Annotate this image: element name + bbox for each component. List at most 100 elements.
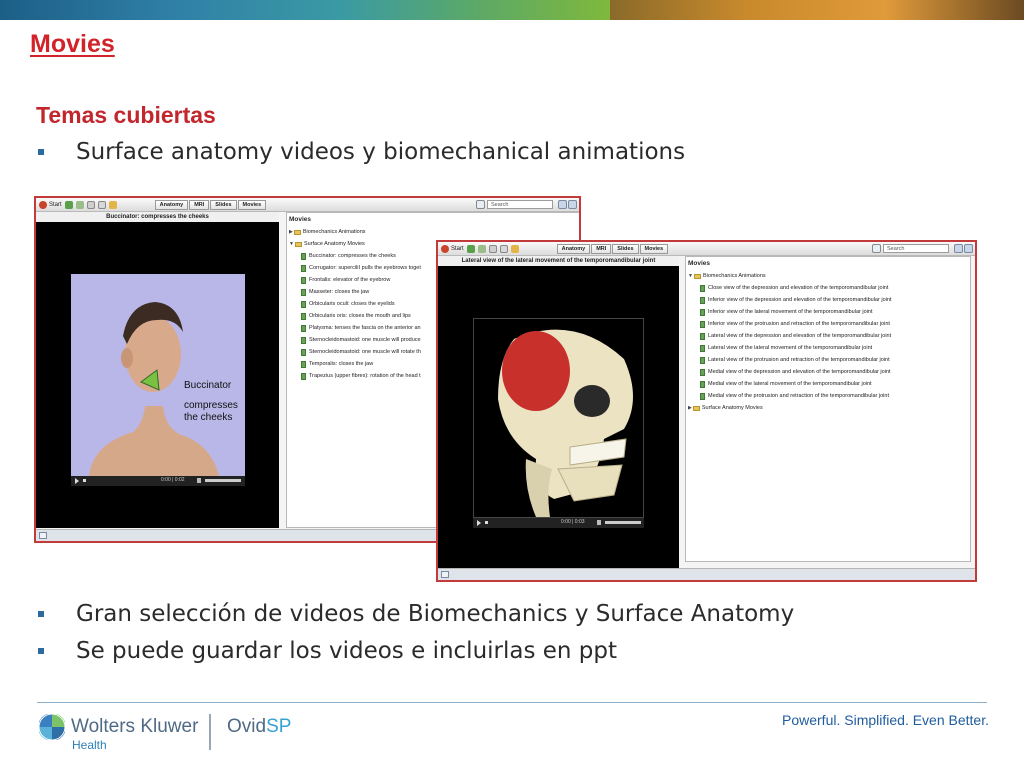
stop-icon[interactable]: [485, 521, 488, 524]
footer-product: OvidSP: [227, 716, 292, 737]
lock-icon[interactable]: [510, 244, 519, 253]
video-caption: Buccinator compresses the cheeks: [184, 380, 238, 423]
skull-illustration: [498, 329, 633, 517]
tab-mri[interactable]: MRI: [591, 243, 612, 254]
window-icon[interactable]: [441, 571, 449, 578]
play-icon[interactable]: [75, 478, 79, 484]
start-button[interactable]: Start: [441, 244, 464, 253]
back-icon[interactable]: [64, 200, 73, 209]
movie-file-icon: [301, 372, 306, 380]
volume-icon[interactable]: [197, 478, 201, 483]
stop-icon[interactable]: [83, 479, 86, 482]
folder-icon: [294, 241, 302, 247]
movie-file-icon: [700, 344, 705, 352]
footer-division: Health: [72, 738, 107, 752]
movie-file-icon: [700, 284, 705, 292]
movie-tree: ▼ Biomechanics Animations: [686, 270, 970, 282]
help-icon[interactable]: [964, 244, 973, 253]
folder-icon: [692, 405, 700, 411]
video-frame[interactable]: [473, 318, 644, 518]
video-time: 0:00 | 0:02: [161, 477, 185, 483]
save-icon[interactable]: [499, 244, 508, 253]
help-icon[interactable]: [568, 200, 577, 209]
movie-item[interactable]: Close view of the depression and elevati…: [700, 282, 970, 294]
face-illustration: [89, 302, 219, 476]
collapse-icon[interactable]: ▼: [688, 273, 693, 279]
tab-movies[interactable]: Movies: [237, 199, 267, 210]
tree-folder-biomechanics[interactable]: ▶ Biomechanics Animations: [289, 226, 579, 238]
app-toolbar: Start Anatomy MRI Slides Movies Search: [36, 198, 579, 212]
movie-file-icon: [700, 356, 705, 364]
movie-item[interactable]: Lateral view of the protrusion and retra…: [700, 354, 970, 366]
top-banner: [0, 0, 1024, 20]
movie-item[interactable]: Medial view of the protrusion and retrac…: [700, 390, 970, 402]
bullet-marker: [38, 648, 44, 654]
search-icon[interactable]: [476, 200, 485, 209]
start-icon: [441, 244, 449, 253]
folder-icon: [293, 229, 301, 235]
app-window-biomechanics: Start Anatomy MRI Slides Movies Search L…: [436, 240, 977, 582]
folder-icon: [693, 273, 701, 279]
slide-subtitle: Temas cubiertas: [36, 102, 216, 128]
expand-icon[interactable]: ▶: [289, 229, 293, 235]
play-icon[interactable]: [477, 520, 481, 526]
movie-item[interactable]: Inferior view of the protrusion and retr…: [700, 318, 970, 330]
bullet-item: Gran selección de videos de Biomechanics…: [36, 601, 794, 627]
start-button[interactable]: Start: [39, 200, 62, 209]
volume-slider[interactable]: [605, 521, 641, 524]
video-player-controls: 0:00 | 0:02: [71, 476, 245, 486]
panel-title: Movies: [688, 260, 711, 267]
movie-list: Close view of the depression and elevati…: [686, 282, 970, 402]
movie-file-icon: [301, 360, 306, 368]
video-time: 0:00 | 0:03: [561, 519, 585, 525]
footer-divider: [37, 702, 987, 703]
movie-file-icon: [700, 368, 705, 376]
movie-item[interactable]: Lateral view of the lateral movement of …: [700, 342, 970, 354]
tab-movies[interactable]: Movies: [639, 243, 669, 254]
movie-file-icon: [301, 348, 306, 356]
movie-item[interactable]: Medial view of the lateral movement of t…: [700, 378, 970, 390]
print-icon[interactable]: [488, 244, 497, 253]
volume-icon[interactable]: [597, 520, 601, 525]
video-title: Lateral view of the lateral movement of …: [438, 256, 679, 266]
movie-file-icon: [301, 300, 306, 308]
footer-separator: [209, 714, 211, 750]
tab-anatomy[interactable]: Anatomy: [154, 199, 189, 210]
movie-file-icon: [301, 324, 306, 332]
movie-item[interactable]: Inferior view of the depression and elev…: [700, 294, 970, 306]
movie-item[interactable]: Inferior view of the lateral movement of…: [700, 306, 970, 318]
movie-file-icon: [301, 276, 306, 284]
search-input[interactable]: Search: [487, 200, 553, 209]
bullet-text: Gran selección de videos de Biomechanics…: [76, 601, 795, 627]
movie-file-icon: [301, 252, 306, 260]
search-icon[interactable]: [872, 244, 881, 253]
forward-icon[interactable]: [477, 244, 486, 253]
wolters-kluwer-logo-icon: [38, 713, 66, 741]
tab-slides[interactable]: Slides: [612, 243, 639, 254]
movie-file-icon: [700, 320, 705, 328]
movie-item[interactable]: Lateral view of the depression and eleva…: [700, 330, 970, 342]
collapse-icon[interactable]: ▼: [289, 241, 294, 247]
settings-icon[interactable]: [954, 244, 963, 253]
search-input[interactable]: Search: [883, 244, 949, 253]
movie-file-icon: [301, 288, 306, 296]
app-tabs: Anatomy MRI Slides Movies: [154, 199, 267, 210]
window-icon[interactable]: [39, 532, 47, 539]
video-area: Buccinator: compresses the cheeks Buccin…: [36, 212, 279, 528]
video-frame[interactable]: Buccinator compresses the cheeks: [71, 274, 245, 476]
back-icon[interactable]: [466, 244, 475, 253]
movie-file-icon: [301, 312, 306, 320]
tab-anatomy[interactable]: Anatomy: [556, 243, 591, 254]
forward-icon[interactable]: [75, 200, 84, 209]
tree-folder-surface-anatomy[interactable]: ▶ Surface Anatomy Movies: [688, 402, 970, 414]
print-icon[interactable]: [86, 200, 95, 209]
settings-icon[interactable]: [558, 200, 567, 209]
save-icon[interactable]: [97, 200, 106, 209]
movie-item[interactable]: Medial view of the depression and elevat…: [700, 366, 970, 378]
tab-mri[interactable]: MRI: [189, 199, 210, 210]
tab-slides[interactable]: Slides: [210, 199, 237, 210]
tree-folder-biomechanics[interactable]: ▼ Biomechanics Animations: [688, 270, 970, 282]
expand-icon[interactable]: ▶: [688, 405, 692, 411]
lock-icon[interactable]: [108, 200, 117, 209]
volume-slider[interactable]: [205, 479, 241, 482]
